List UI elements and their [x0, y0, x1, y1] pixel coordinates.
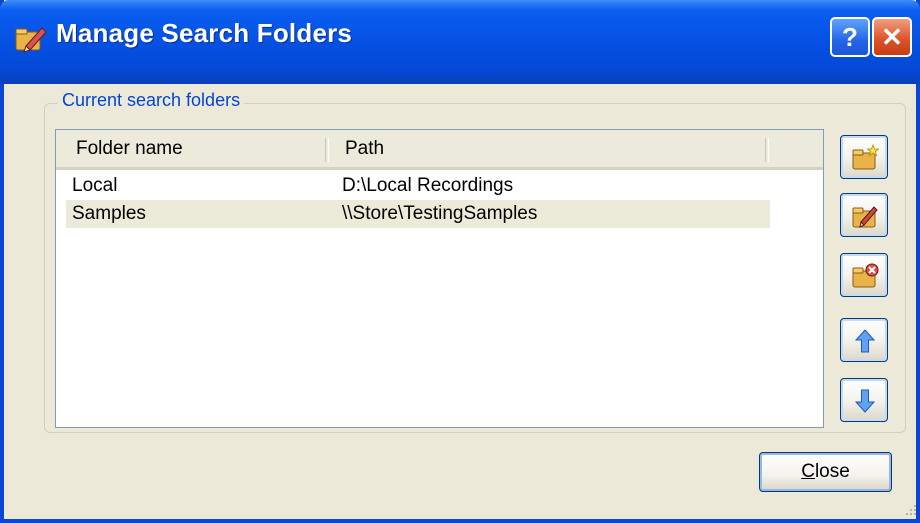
folder-name-cell: Samples [72, 203, 146, 224]
search-folders-list[interactable]: Folder name Path Local D:\Local Recordin… [55, 129, 824, 428]
folder-name-cell: Local [72, 175, 118, 196]
list-row[interactable]: Local D:\Local Recordings [66, 172, 770, 200]
column-header-path[interactable]: Path [325, 130, 765, 167]
delete-folder-icon [852, 263, 879, 288]
folder-path-cell: D:\Local Recordings [342, 175, 514, 196]
close-access-key: C [801, 461, 815, 482]
new-folder-icon [852, 144, 879, 170]
dialog-window: Manage Search Folders ? ✕ Current search… [0, 0, 920, 523]
help-button[interactable]: ? [830, 17, 870, 57]
column-divider[interactable] [765, 138, 769, 162]
close-button[interactable]: Close [759, 452, 892, 492]
edit-folder-icon [852, 206, 878, 228]
move-up-button[interactable] [840, 318, 888, 362]
edit-folder-button[interactable] [840, 193, 888, 237]
move-down-icon [854, 389, 876, 413]
title-close-button[interactable]: ✕ [872, 17, 912, 57]
list-header: Folder name Path [56, 130, 823, 170]
close-button-label: lose [814, 461, 850, 482]
move-down-button[interactable] [840, 378, 888, 422]
list-row[interactable]: Samples \\Store\TestingSamples [66, 200, 770, 228]
title-bar[interactable]: Manage Search Folders ? ✕ [0, 0, 920, 84]
window-title: Manage Search Folders [56, 18, 353, 48]
move-up-icon [854, 329, 876, 353]
manage-search-folders-icon [15, 27, 47, 53]
resize-grip-icon[interactable] [904, 503, 918, 517]
folder-path-cell: \\Store\TestingSamples [342, 203, 538, 224]
column-header-folder-name[interactable]: Folder name [56, 130, 325, 167]
remove-folder-button[interactable] [840, 253, 888, 297]
group-label: Current search folders [58, 90, 245, 111]
add-folder-button[interactable] [840, 135, 888, 179]
